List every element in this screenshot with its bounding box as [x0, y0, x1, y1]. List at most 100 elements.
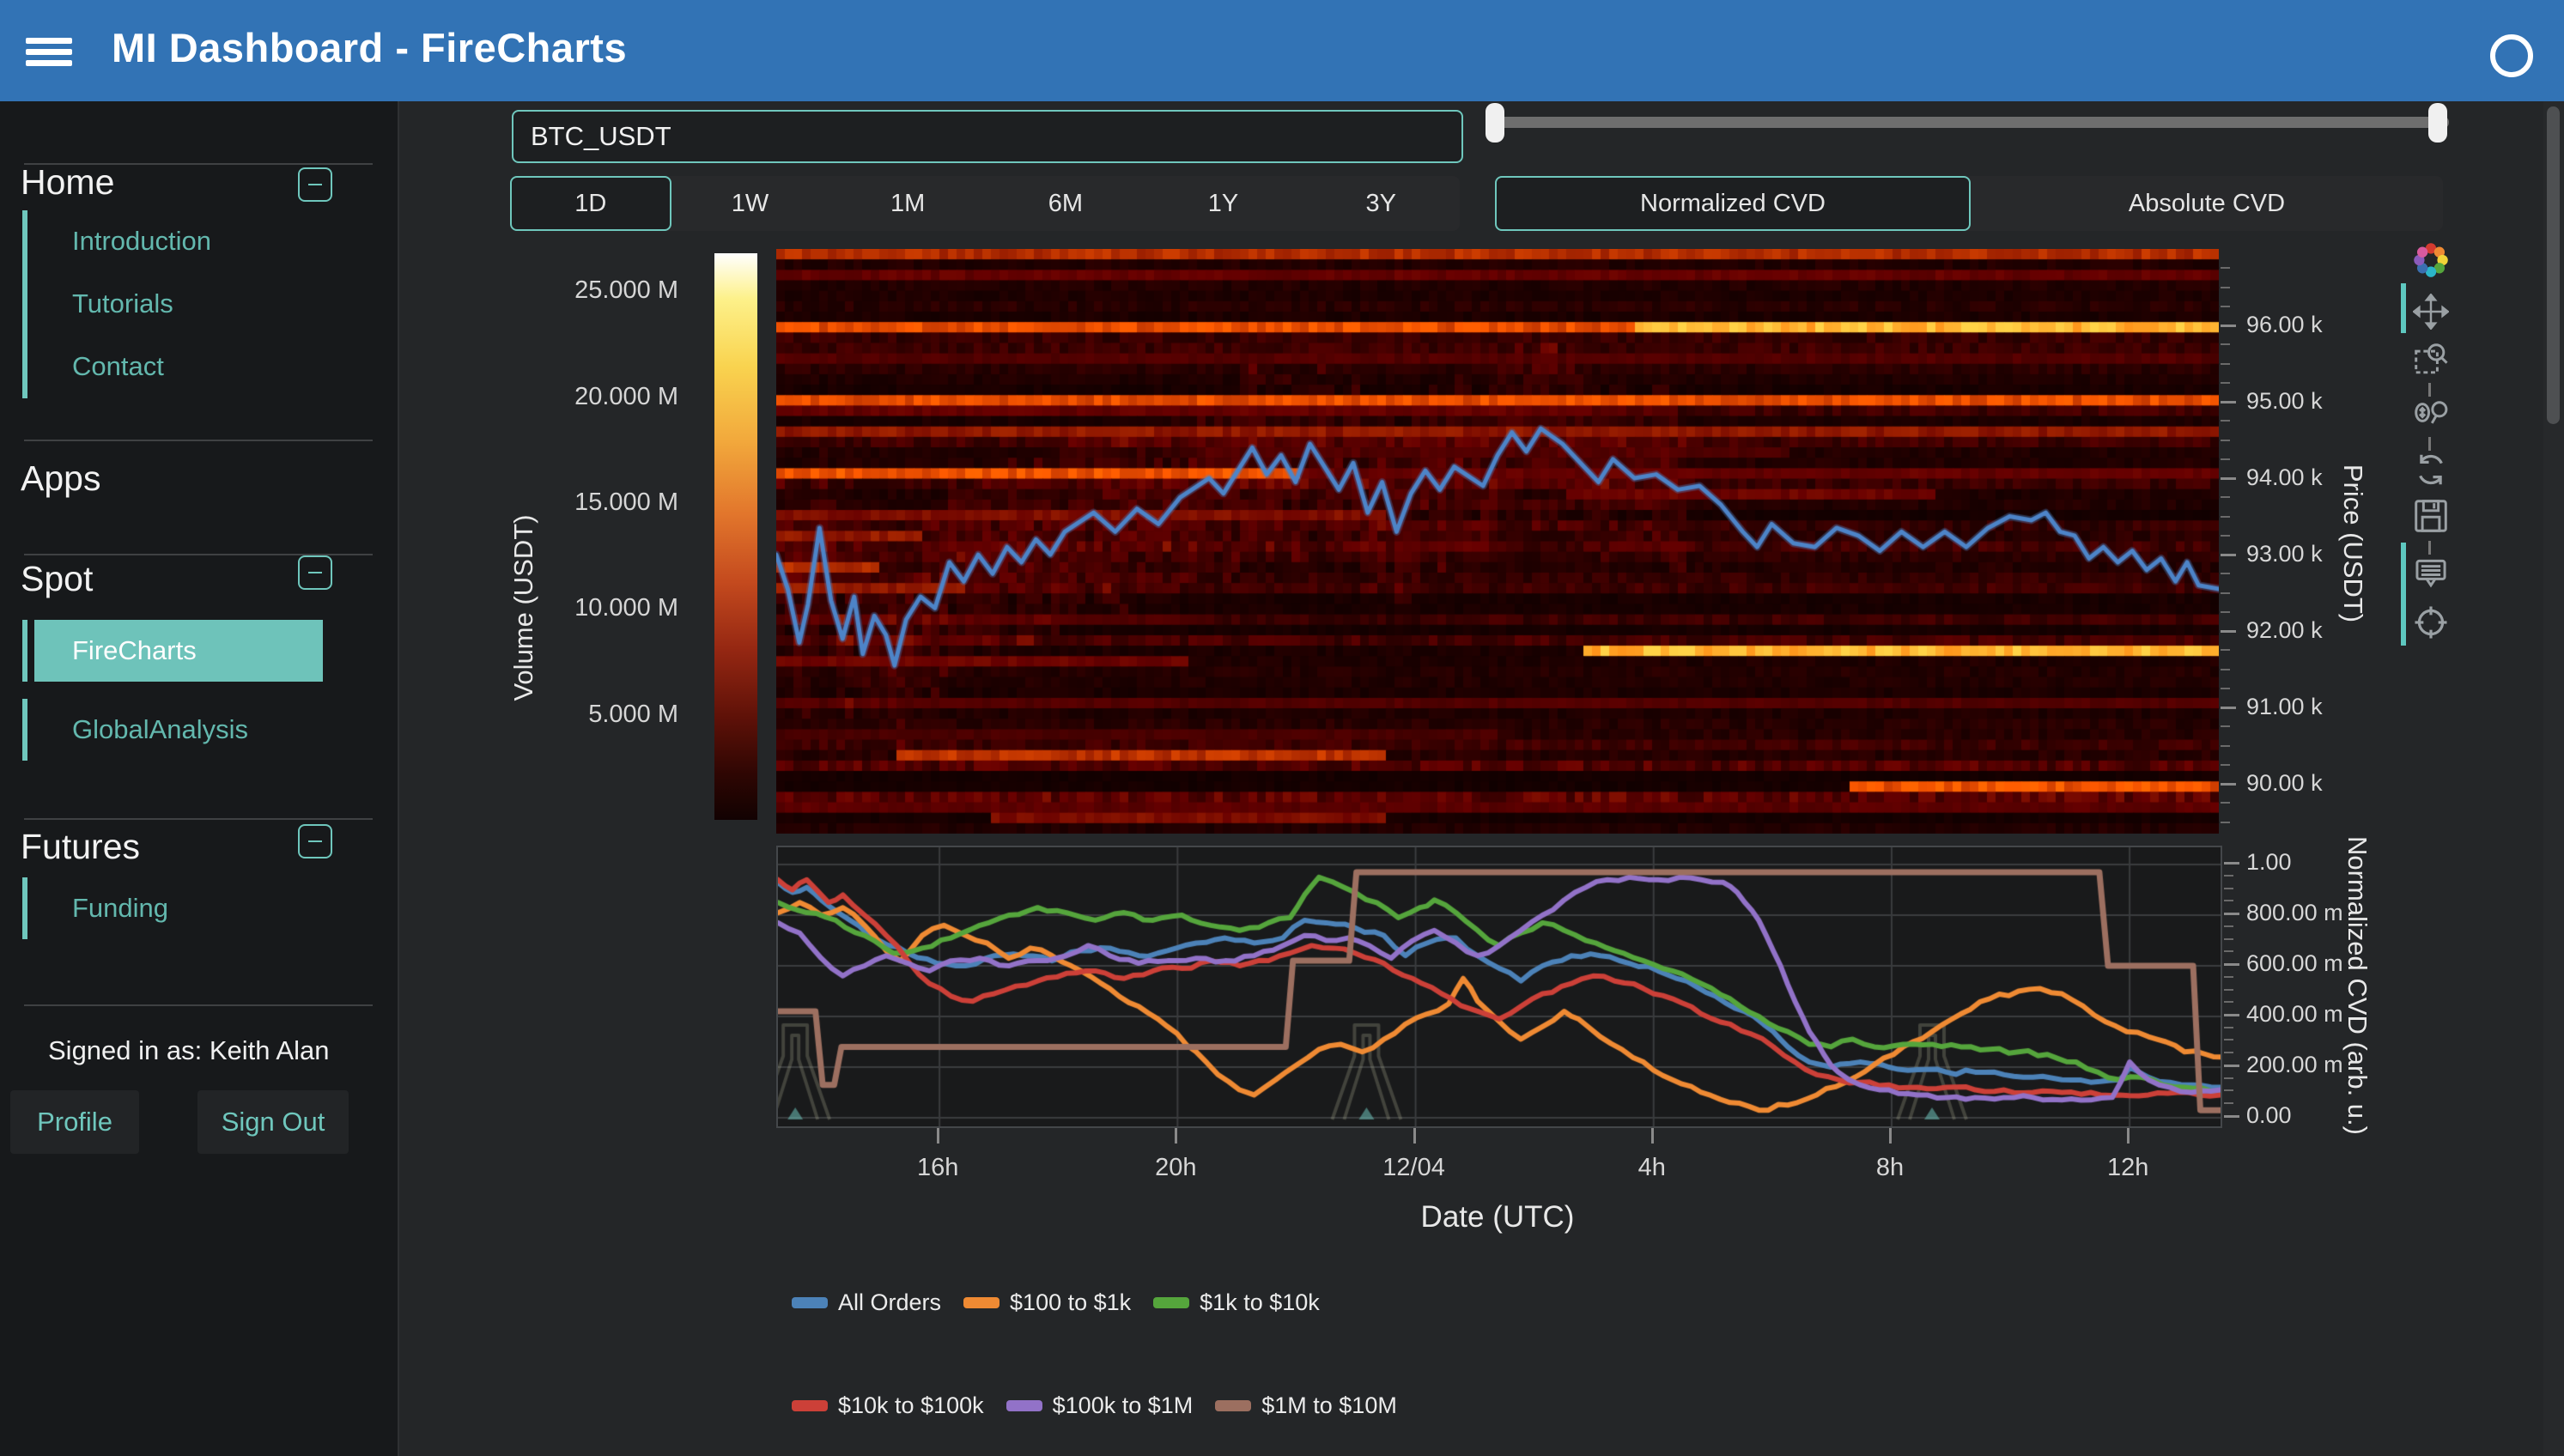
collapse-section-button[interactable] — [298, 167, 332, 202]
page-scrollbar[interactable] — [2543, 101, 2564, 1456]
colorbar-tick-label: 15.000 M — [550, 488, 678, 517]
timeframe-button-3y[interactable]: 3Y — [1302, 176, 1460, 231]
sign-out-button[interactable]: Sign Out — [197, 1090, 349, 1154]
price-tick — [2221, 783, 2236, 786]
slider-handle-right[interactable] — [2428, 103, 2447, 143]
price-minor-tick — [2221, 535, 2230, 537]
sidebar-divider — [24, 1004, 373, 1006]
legend-item--1k-to-10k[interactable]: $1k to $10k — [1153, 1289, 1320, 1316]
price-minor-tick — [2221, 611, 2230, 613]
x-tick-label: 20h — [1124, 1154, 1227, 1182]
price-minor-tick — [2221, 649, 2230, 651]
colorbar-tick-label: 20.000 M — [550, 383, 678, 411]
cvd-tick — [2224, 1014, 2239, 1016]
legend-label: $1k to $10k — [1200, 1289, 1320, 1316]
price-minor-tick — [2221, 592, 2230, 594]
x-tick — [1651, 1128, 1654, 1144]
cvd-minor-tick — [2224, 1102, 2233, 1104]
plotly-logo-icon[interactable] — [2413, 242, 2449, 278]
legend-item-all-orders[interactable]: All Orders — [792, 1289, 941, 1316]
timeframe-button-1w[interactable]: 1W — [671, 176, 829, 231]
collapse-section-button[interactable] — [298, 555, 332, 590]
cvd-tick — [2224, 862, 2239, 864]
slider-handle-left[interactable] — [1486, 103, 1504, 143]
price-minor-tick — [2221, 343, 2230, 345]
legend-item--100k-to-1m[interactable]: $100k to $1M — [1006, 1392, 1194, 1419]
cvd-minor-tick — [2224, 976, 2233, 978]
price-tick — [2221, 630, 2236, 633]
price-minor-tick — [2221, 306, 2230, 307]
legend-label: $1M to $10M — [1261, 1392, 1397, 1419]
price-tick — [2221, 707, 2236, 709]
price-minor-tick — [2221, 822, 2230, 823]
cvd-line-chart[interactable] — [776, 846, 2222, 1128]
price-minor-tick — [2221, 458, 2230, 460]
timeframe-button-1y[interactable]: 1Y — [1145, 176, 1303, 231]
sidebar-item-globalanalysis[interactable]: GlobalAnalysis — [22, 699, 323, 761]
timeframe-button-6m[interactable]: 6M — [987, 176, 1145, 231]
scrollbar-thumb[interactable] — [2547, 106, 2560, 424]
save-icon[interactable] — [2413, 498, 2449, 534]
zoom-box-icon[interactable] — [2413, 342, 2449, 378]
sidebar-item-contact[interactable]: Contact — [22, 336, 323, 398]
price-tick-label: 96.00 k — [2246, 312, 2323, 338]
x-tick — [1889, 1128, 1892, 1144]
legend-item--100-to-1k[interactable]: $100 to $1k — [963, 1289, 1131, 1316]
legend-label: All Orders — [838, 1289, 941, 1316]
page-title: MI Dashboard - FireCharts — [112, 24, 627, 71]
timeframe-button-group: 1D1W1M6M1Y3Y — [510, 176, 1460, 231]
cvd-tick-label: 600.00 m — [2246, 950, 2343, 977]
annotate-icon[interactable] — [2413, 555, 2449, 591]
cvd-tick — [2224, 913, 2239, 915]
legend-label: $10k to $100k — [838, 1392, 984, 1419]
colorbar-tick-label: 10.000 M — [550, 594, 678, 622]
profile-button[interactable]: Profile — [10, 1090, 139, 1154]
price-minor-tick — [2221, 267, 2230, 269]
cvd-tick — [2224, 1115, 2239, 1118]
x-tick-label: 4h — [1601, 1154, 1704, 1182]
signed-in-text: Signed in as: Keith Alan — [48, 1035, 329, 1066]
hamburger-menu-icon[interactable] — [26, 38, 72, 67]
status-circle-icon[interactable] — [2490, 34, 2533, 77]
sidebar-item-funding[interactable]: Funding — [22, 877, 323, 939]
cvd-minor-tick — [2224, 925, 2233, 927]
sidebar-item-firecharts[interactable]: FireCharts — [22, 620, 323, 682]
cvd-tick-label: 800.00 m — [2246, 900, 2343, 926]
sidebar-item-label: Tutorials — [34, 288, 173, 319]
cvd-tick — [2224, 1065, 2239, 1067]
price-tick-label: 90.00 k — [2246, 770, 2323, 797]
time-range-slider[interactable] — [1486, 103, 2449, 143]
x-tick-label: 12h — [2076, 1154, 2179, 1182]
price-minor-tick — [2221, 382, 2230, 384]
legend-swatch — [792, 1400, 828, 1411]
slider-track[interactable] — [1486, 117, 2449, 128]
cvd-mode-button-normalized-cvd[interactable]: Normalized CVD — [1495, 176, 1971, 231]
collapse-section-button[interactable] — [298, 824, 332, 858]
heatmap-chart[interactable] — [776, 249, 2219, 834]
x-tick — [1413, 1128, 1416, 1144]
sidebar-section-heading-apps: Apps — [21, 458, 100, 499]
pan-icon[interactable] — [2413, 294, 2449, 330]
legend-item--10k-to-100k[interactable]: $10k to $100k — [792, 1392, 984, 1419]
price-minor-tick — [2221, 802, 2230, 804]
price-tick-label: 94.00 k — [2246, 464, 2323, 491]
legend-row-1: All Orders $100 to $1k $1k to $10k — [792, 1289, 1320, 1316]
price-tick — [2221, 401, 2236, 403]
reset-axes-icon[interactable] — [2413, 452, 2449, 488]
timeframe-button-1d[interactable]: 1D — [510, 176, 671, 231]
price-minor-tick — [2221, 573, 2230, 574]
price-axis-label: Price (USDT) — [2337, 397, 2368, 689]
symbol-input[interactable] — [512, 110, 1463, 163]
sidebar-item-tutorials[interactable]: Tutorials — [22, 273, 323, 336]
cvd-mode-button-absolute-cvd[interactable]: Absolute CVD — [1971, 176, 2443, 231]
legend-item--1m-to-10m[interactable]: $1M to $10M — [1215, 1392, 1397, 1419]
price-tick-label: 92.00 k — [2246, 617, 2323, 644]
zoom-in-out-icon[interactable] — [2413, 397, 2449, 433]
sidebar-item-label: Introduction — [34, 226, 211, 257]
sidebar-item-label: FireCharts — [34, 635, 197, 666]
x-tick — [2127, 1128, 2130, 1144]
colorbar-axis-label: Volume (USDT) — [508, 462, 539, 754]
sidebar-item-introduction[interactable]: Introduction — [22, 210, 323, 273]
crosshair-icon[interactable] — [2413, 604, 2449, 640]
timeframe-button-1m[interactable]: 1M — [829, 176, 987, 231]
